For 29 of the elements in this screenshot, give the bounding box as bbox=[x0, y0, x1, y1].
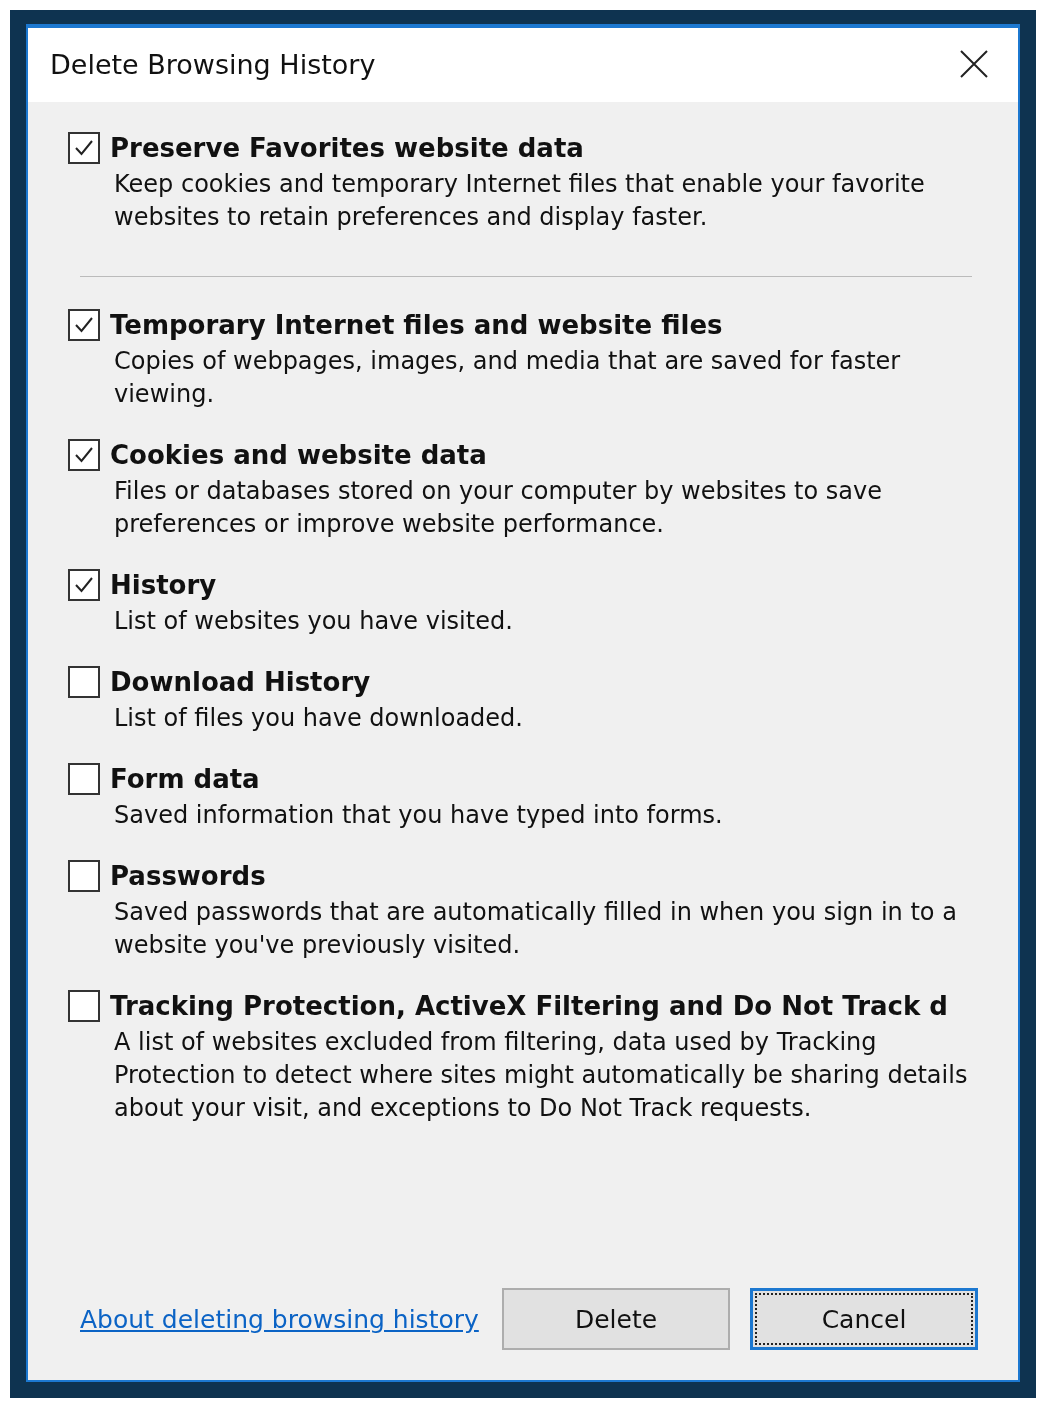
option-label[interactable]: Form data bbox=[110, 764, 260, 794]
window-title: Delete Browsing History bbox=[50, 48, 376, 80]
checkbox[interactable] bbox=[68, 763, 100, 795]
checkbox[interactable] bbox=[68, 990, 100, 1022]
checkbox[interactable] bbox=[68, 132, 100, 164]
option-description: Keep cookies and temporary Internet files that enable your favorite websites to retain preferences and display faster. bbox=[114, 169, 926, 233]
checkbox[interactable] bbox=[68, 666, 100, 698]
dialog-button[interactable]: Cancel bbox=[750, 1288, 978, 1350]
checkbox[interactable] bbox=[68, 439, 100, 471]
option-description: Saved information that you have typed into forms. bbox=[114, 800, 724, 831]
option-label[interactable]: Preserve Favorites website data bbox=[110, 133, 584, 163]
checkbox[interactable] bbox=[68, 569, 100, 601]
checkbox[interactable] bbox=[68, 860, 100, 892]
option-label[interactable]: Download History bbox=[110, 667, 371, 697]
option-label[interactable]: History bbox=[110, 570, 217, 600]
checkbox[interactable] bbox=[68, 309, 100, 341]
option-label[interactable]: Cookies and website data bbox=[110, 440, 487, 470]
help-link[interactable]: About deleting browsing history bbox=[80, 1304, 479, 1334]
option-description: Files or databases stored on your computer by websites to save preferences or improve website performance. bbox=[114, 476, 883, 540]
option-description: A list of websites excluded from filtering, data used by Tracking Protection to detect where sites might automatically be sharing details about your visit, and exceptions to Do Not Track requests. bbox=[114, 1027, 969, 1124]
option-description: Saved passwords that are automatically filled in when you sign in to a website you've previously visited. bbox=[114, 897, 958, 961]
option-description: List of websites you have visited. bbox=[114, 606, 514, 637]
option-label[interactable]: Tracking Protection, ActiveX Filtering and Do Not Track d bbox=[110, 991, 948, 1021]
close-icon[interactable] bbox=[960, 50, 988, 78]
option-description: List of files you have downloaded. bbox=[114, 703, 524, 734]
option-label[interactable]: Temporary Internet files and website files bbox=[110, 310, 723, 340]
option-label[interactable]: Passwords bbox=[110, 861, 266, 891]
dialog-button[interactable]: Delete bbox=[502, 1288, 730, 1350]
option-description: Copies of webpages, images, and media that are saved for faster viewing. bbox=[114, 346, 902, 410]
